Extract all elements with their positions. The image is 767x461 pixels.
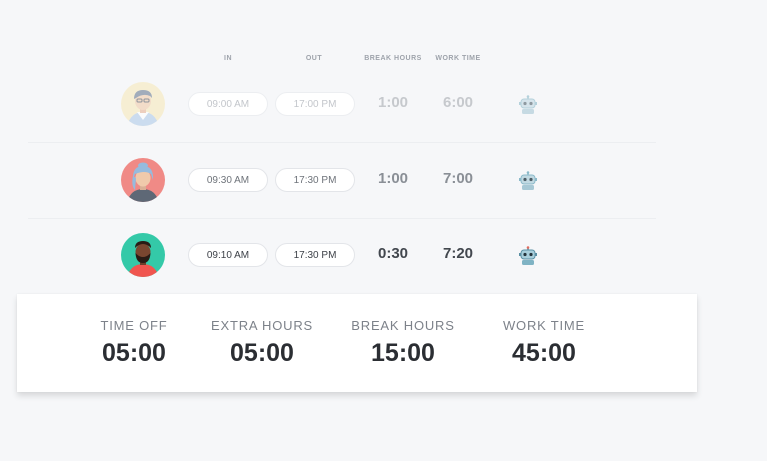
robot-icon[interactable]: [518, 171, 538, 191]
break-hours-value: 0:30: [377, 245, 409, 262]
extra-hours-stat: EXTRA HOURS 05:00: [211, 318, 313, 368]
avatar[interactable]: [121, 82, 165, 126]
column-headers: IN OUT BREAK HOURS WORK TIME: [0, 55, 767, 67]
time-off-label: TIME OFF: [100, 318, 168, 333]
robot-icon[interactable]: [518, 246, 538, 266]
time-in-field[interactable]: 09:10 AM: [188, 243, 268, 267]
work-time-value: 6:00: [442, 94, 474, 111]
time-in-field[interactable]: 09:30 AM: [188, 168, 268, 192]
robot-icon[interactable]: [518, 95, 538, 115]
time-out-field[interactable]: 17:00 PM: [275, 92, 355, 116]
time-in-field[interactable]: 09:00 AM: [188, 92, 268, 116]
extra-hours-label: EXTRA HOURS: [211, 318, 313, 333]
break-hours-label: BREAK HOURS: [351, 318, 455, 333]
work-time-label: WORK TIME: [502, 318, 586, 333]
avatar[interactable]: [121, 233, 165, 277]
avatar[interactable]: [121, 158, 165, 202]
break-hours-value: 1:00: [377, 94, 409, 111]
table-row[interactable]: 09:00 AM 17:00 PM 1:00 6:00: [0, 74, 767, 134]
break-hours-total: 15:00: [371, 339, 435, 367]
header-in: IN: [224, 55, 232, 62]
header-out: OUT: [305, 55, 323, 62]
header-work-time: WORK TIME: [435, 55, 481, 62]
time-off-stat: TIME OFF 05:00: [100, 318, 167, 368]
work-time-value: 7:20: [442, 245, 474, 262]
time-out-field[interactable]: 17:30 PM: [275, 243, 355, 267]
break-hours-stat: BREAK HOURS 15:00: [351, 318, 454, 368]
break-hours-value: 1:00: [377, 170, 409, 187]
work-time-total: 45:00: [512, 339, 576, 367]
summary-card: TIME OFF 05:00 EXTRA HOURS 05:00 BREAK H…: [17, 294, 697, 392]
row-divider: [28, 142, 656, 143]
time-off-value: 05:00: [102, 339, 166, 367]
row-divider: [28, 218, 656, 219]
work-time-stat: WORK TIME 45:00: [503, 318, 585, 368]
extra-hours-value: 05:00: [230, 339, 294, 367]
header-break-hours: BREAK HOURS: [364, 55, 422, 62]
table-row[interactable]: 09:30 AM 17:30 PM 1:00 7:00: [0, 150, 767, 210]
time-out-field[interactable]: 17:30 PM: [275, 168, 355, 192]
work-time-value: 7:00: [442, 170, 474, 187]
table-row[interactable]: 09:10 AM 17:30 PM 0:30 7:20: [0, 225, 767, 285]
